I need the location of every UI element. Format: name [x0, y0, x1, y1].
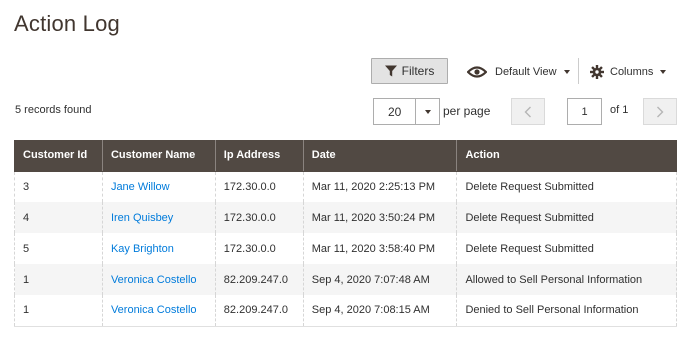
cell-customer-name: Kay Brighton	[101, 233, 216, 264]
filters-button[interactable]: Filters	[371, 58, 448, 84]
column-header-customer-id[interactable]: Customer Id	[14, 140, 103, 172]
chevron-right-icon	[657, 106, 664, 117]
customer-name-link[interactable]: Kay Brighton	[111, 243, 174, 255]
customer-name-link[interactable]: Veronica Costello	[111, 274, 197, 286]
cell-date: Sep 4, 2020 7:07:48 AM	[302, 264, 458, 295]
per-page-label: per page	[443, 104, 491, 118]
cell-date: Mar 11, 2020 2:25:13 PM	[302, 171, 458, 202]
cell-ip-address: 172.30.0.0	[214, 202, 304, 233]
columns-label: Columns	[610, 66, 654, 78]
records-count: 5 records found	[15, 104, 92, 116]
per-page-select[interactable]: 20	[373, 98, 440, 125]
cell-customer-name: Veronica Costello	[101, 295, 216, 327]
table-row: 5 Kay Brighton 172.30.0.0 Mar 11, 2020 3…	[14, 233, 677, 264]
next-page-button[interactable]	[643, 98, 677, 125]
action-log-table: Customer Id Customer Name Ip Address Dat…	[14, 140, 677, 327]
current-page-input[interactable]: 1	[567, 98, 602, 125]
cell-customer-id: 5	[14, 233, 103, 264]
cell-action: Denied to Sell Personal Information	[456, 295, 677, 327]
cell-ip-address: 82.209.247.0	[214, 295, 304, 327]
chevron-down-icon	[660, 70, 667, 74]
columns-dropdown[interactable]: Columns	[590, 62, 667, 82]
cell-ip-address: 172.30.0.0	[214, 233, 304, 264]
column-header-customer-name[interactable]: Customer Name	[101, 140, 216, 172]
chevron-left-icon	[524, 106, 531, 117]
table-row: 1 Veronica Costello 82.209.247.0 Sep 4, …	[14, 264, 677, 295]
column-header-action[interactable]: Action	[456, 140, 677, 172]
per-page-toggle[interactable]	[415, 99, 439, 124]
table-row: 4 Iren Quisbey 172.30.0.0 Mar 11, 2020 3…	[14, 202, 677, 233]
cell-date: Mar 11, 2020 3:58:40 PM	[302, 233, 458, 264]
cell-action: Delete Request Submitted	[456, 202, 677, 233]
cell-customer-id: 1	[14, 295, 103, 327]
cell-customer-id: 4	[14, 202, 103, 233]
cell-customer-id: 1	[14, 264, 103, 295]
chevron-down-icon	[424, 109, 431, 114]
per-page-value: 20	[388, 104, 402, 119]
customer-name-link[interactable]: Veronica Costello	[111, 304, 197, 316]
cell-ip-address: 82.209.247.0	[214, 264, 304, 295]
previous-page-button[interactable]	[511, 98, 545, 125]
column-header-ip-address[interactable]: Ip Address	[214, 140, 304, 172]
cell-ip-address: 172.30.0.0	[214, 171, 304, 202]
cell-action: Delete Request Submitted	[456, 233, 677, 264]
chevron-down-icon	[563, 70, 570, 74]
total-pages-label: of 1	[610, 104, 629, 116]
funnel-icon	[384, 65, 397, 77]
gear-icon	[590, 65, 604, 79]
customer-name-link[interactable]: Jane Willow	[111, 181, 170, 193]
table-header-row: Customer Id Customer Name Ip Address Dat…	[14, 140, 677, 172]
cell-customer-name: Iren Quisbey	[101, 202, 216, 233]
cell-action: Delete Request Submitted	[456, 171, 677, 202]
cell-customer-name: Veronica Costello	[101, 264, 216, 295]
default-view-dropdown[interactable]: Default View	[467, 62, 570, 82]
cell-customer-name: Jane Willow	[101, 171, 216, 202]
table-row: 3 Jane Willow 172.30.0.0 Mar 11, 2020 2:…	[14, 171, 677, 202]
cell-date: Mar 11, 2020 3:50:24 PM	[302, 202, 458, 233]
cell-date: Sep 4, 2020 7:08:15 AM	[302, 295, 458, 327]
cell-customer-id: 3	[14, 171, 103, 202]
grid-toolbar: Filters Default View Columns	[0, 56, 684, 88]
eye-icon	[467, 66, 487, 78]
toolbar-divider	[578, 58, 579, 84]
default-view-label: Default View	[495, 66, 557, 78]
table-row: 1 Veronica Costello 82.209.247.0 Sep 4, …	[14, 295, 677, 327]
customer-name-link[interactable]: Iren Quisbey	[111, 212, 173, 224]
cell-action: Allowed to Sell Personal Information	[456, 264, 677, 295]
page-title: Action Log	[14, 11, 120, 36]
filters-label: Filters	[401, 64, 435, 78]
column-header-date[interactable]: Date	[302, 140, 457, 172]
